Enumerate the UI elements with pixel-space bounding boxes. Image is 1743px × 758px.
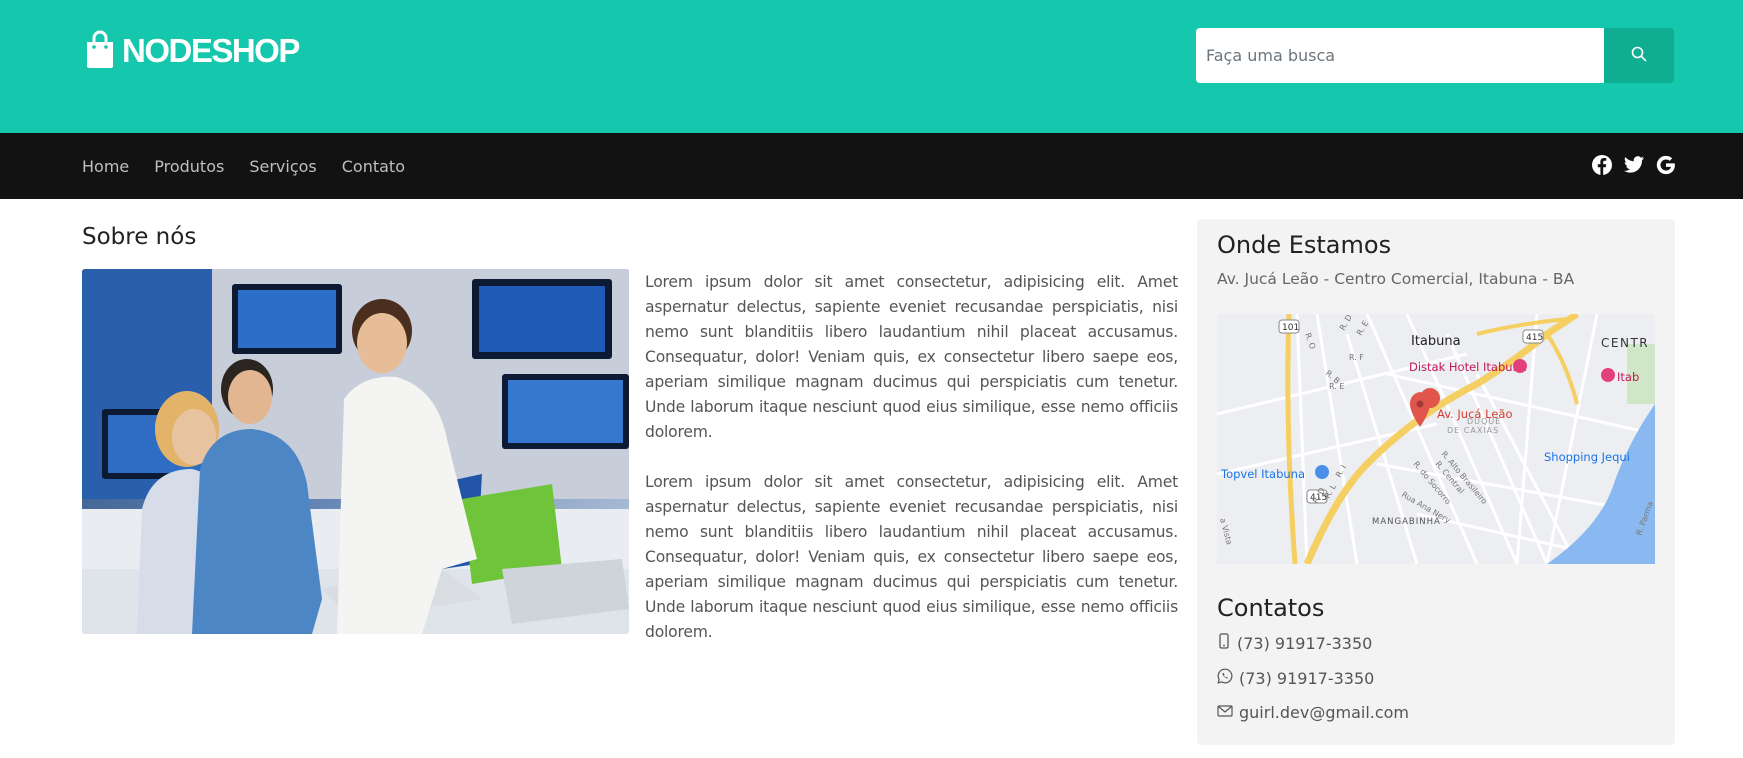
location-map[interactable]: 101 415 415 R. O R. D R. E R. F R. B R. … <box>1217 314 1655 564</box>
search-bar <box>1196 28 1674 83</box>
map-road-101: 101 <box>1282 323 1299 333</box>
search-button[interactable] <box>1604 28 1674 83</box>
social-links <box>1591 154 1677 176</box>
about-paragraph: Lorem ipsum dolor sit amet consectetur, … <box>645 273 1178 441</box>
contact-whatsapp: (73) 91917-3350 <box>1217 668 1374 688</box>
contact-phone: (73) 91917-3350 <box>1217 633 1372 653</box>
mobile-phone-icon <box>1217 633 1231 653</box>
about-paragraph: Lorem ipsum dolor sit amet consectetur, … <box>645 473 1178 641</box>
about-text: Lorem ipsum dolor sit amet consectetur, … <box>645 270 1178 670</box>
search-icon <box>1631 46 1647 65</box>
location-title: Onde Estamos <box>1217 231 1392 259</box>
map-road-415: 415 <box>1526 333 1543 343</box>
about-title: Sobre nós <box>82 224 197 250</box>
nav-menu: Home Produtos Serviços Contato <box>82 133 405 199</box>
contacts-title: Contatos <box>1217 594 1325 622</box>
map-hotel-label: Distak Hotel Itabuna <box>1409 360 1527 374</box>
map-city-label: Itabuna <box>1411 334 1461 349</box>
contact-email: guirl.dev@gmail.com <box>1217 703 1409 722</box>
shopping-bag-icon <box>86 30 114 72</box>
info-sidebar: Onde Estamos Av. Jucá Leão - Centro Come… <box>1197 219 1675 745</box>
nav-item-home[interactable]: Home <box>82 157 129 176</box>
search-input[interactable] <box>1196 28 1604 83</box>
map-place-label: Shopping Jequi <box>1544 450 1630 464</box>
map-street-label: R. F <box>1349 353 1364 362</box>
email-address[interactable]: guirl.dev@gmail.com <box>1239 703 1409 722</box>
map-street-label: R. E <box>1329 382 1344 391</box>
phone-number[interactable]: (73) 91917-3350 <box>1237 634 1372 653</box>
whatsapp-number[interactable]: (73) 91917-3350 <box>1239 669 1374 688</box>
map-hotel-label: Itab <box>1617 370 1639 384</box>
map-district-label: DE CAXIAS <box>1447 426 1499 435</box>
map-district-label: CENTR <box>1601 336 1649 350</box>
envelope-icon <box>1217 703 1233 722</box>
facebook-icon[interactable] <box>1591 154 1613 176</box>
nav-item-produtos[interactable]: Produtos <box>154 157 224 176</box>
header-bar: NODESHOP <box>0 0 1743 133</box>
nav-item-servicos[interactable]: Serviços <box>249 157 316 176</box>
map-district-label: DUQUE <box>1467 417 1501 426</box>
nav-item-contato[interactable]: Contato <box>342 157 405 176</box>
map-district-label: MANGABINHA <box>1372 517 1441 527</box>
twitter-icon[interactable] <box>1623 154 1645 176</box>
address-text: Av. Jucá Leão - Centro Comercial, Itabun… <box>1217 270 1575 288</box>
main-navbar: Home Produtos Serviços Contato <box>0 133 1743 199</box>
whatsapp-icon <box>1217 668 1233 688</box>
store-photo <box>82 269 629 634</box>
brand-name: NODESHOP <box>122 32 300 69</box>
google-icon[interactable] <box>1655 154 1677 176</box>
map-place-label: Topvel Itabuna <box>1220 467 1305 481</box>
brand-logo[interactable]: NODESHOP <box>86 30 300 72</box>
